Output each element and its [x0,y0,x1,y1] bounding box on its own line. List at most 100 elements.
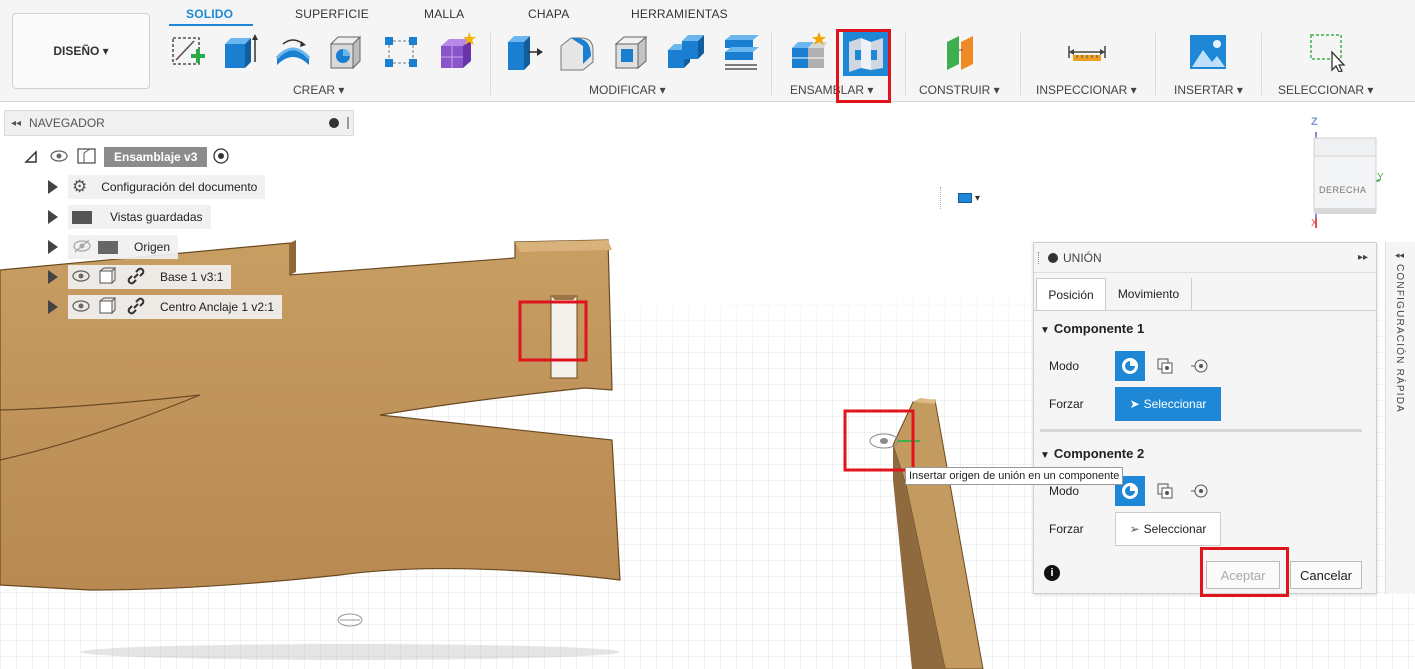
extrude-icon[interactable] [219,32,259,72]
hole-icon[interactable] [326,32,366,72]
create-sketch-icon[interactable] [168,32,208,72]
expand-triangle-icon[interactable] [48,240,58,254]
tab-superficie[interactable]: SUPERFICIE [295,7,369,21]
tab-herramientas[interactable]: HERRAMIENTAS [631,7,728,21]
axis-z-label: Z [1311,116,1318,128]
combine-icon[interactable] [666,32,706,72]
collapse-caret-icon[interactable]: ▼ [1040,450,1050,461]
expand-triangle-icon[interactable] [48,180,58,194]
root-component-label[interactable]: Ensamblaje v3 [104,147,208,167]
joint-icon[interactable] [843,30,889,76]
dialog-options-icon[interactable] [1048,252,1058,263]
eye-icon[interactable] [50,149,68,165]
display-settings-button[interactable]: ▾ [940,184,1002,212]
activate-radio-icon[interactable] [213,147,230,167]
assemble-menu[interactable]: ENSAMBLAR ▾ [790,83,873,97]
cursor-arrow-icon: ➤ [1129,397,1140,411]
new-component-icon[interactable] [789,32,829,72]
view-cube-face-label[interactable]: DERECHA [1319,185,1367,195]
eye-icon[interactable] [72,269,90,285]
create-form-icon[interactable] [437,32,477,72]
axis-x-label: X [1311,218,1318,229]
measure-icon[interactable] [1067,32,1107,72]
inspect-menu[interactable]: INSPECCIONAR ▾ [1036,83,1137,97]
nav-item-anchor-center[interactable]: Centro Anclaje 1 v2:1 [48,295,283,319]
display-settings-icon [958,193,972,203]
component1-force-label: Forzar [1049,397,1084,411]
toolbar-separator [771,33,772,95]
toolbar-separator [1020,33,1021,95]
expand-right-icon[interactable]: ▸▸ [1358,252,1368,263]
align-icon[interactable] [721,32,761,72]
section-divider [1040,429,1362,432]
navigator-title: NAVEGADOR [29,116,105,130]
select-label: Seleccionar [1143,522,1207,536]
quick-config-panel[interactable]: ◂◂ CONFIGURACIÓN RÁPIDA [1385,242,1415,594]
between-two-faces-icon[interactable] [1150,351,1180,381]
nav-item-label: Vistas guardadas [110,210,203,224]
accept-button[interactable]: Aceptar [1206,561,1280,589]
two-edge-intersection-icon[interactable] [1185,476,1215,506]
pattern-icon[interactable] [381,32,421,72]
create-menu[interactable]: CREAR ▾ [293,83,344,97]
toolbar: DISEÑO ▾ SOLIDO SUPERFICIE MALLA CHAPA H… [0,0,1415,102]
collapse-left-icon[interactable]: ◂◂ [1395,250,1404,261]
component2-section[interactable]: ▼ Componente 2 [1040,446,1144,461]
revolve-icon[interactable] [273,32,313,72]
fillet-icon[interactable] [557,32,597,72]
offset-plane-icon[interactable] [941,32,981,72]
union-dialog: UNIÓN ▸▸ Posición Movimiento ▼ Componente… [1033,242,1377,594]
eye-hidden-icon[interactable] [72,239,92,256]
view-cube[interactable]: Z Y X DERECHA [1300,116,1400,234]
window-select-icon[interactable] [1308,32,1348,72]
tab-movement[interactable]: Movimiento [1106,278,1192,310]
navigator-options-icon[interactable] [329,118,339,128]
union-dialog-title: UNIÓN [1063,250,1102,265]
nav-item-label: Centro Anclaje 1 v2:1 [160,300,275,314]
expand-triangle-icon[interactable] [48,270,58,284]
insert-menu[interactable]: INSERTAR ▾ [1174,83,1243,97]
panel-grip-icon[interactable] [347,117,349,129]
shell-icon[interactable] [612,32,652,72]
nav-item-label: Origen [134,240,171,254]
tab-malla[interactable]: MALLA [424,7,464,21]
collapse-triangle-icon[interactable] [24,150,38,164]
collapse-left-icon[interactable]: ◂◂ [11,118,21,129]
tab-solido[interactable]: SOLIDO [186,7,233,21]
union-dialog-header[interactable]: UNIÓN ▸▸ [1034,243,1376,273]
eye-icon[interactable] [72,299,90,315]
construct-menu[interactable]: CONSTRUIR ▾ [919,83,1000,97]
snap-mode-icon[interactable] [1115,351,1145,381]
component1-section[interactable]: ▼ Componente 1 [1040,321,1144,336]
tab-chapa[interactable]: CHAPA [528,7,569,21]
two-edge-intersection-icon[interactable] [1185,351,1215,381]
nav-item-saved-views[interactable]: Vistas guardadas [48,205,211,229]
between-two-faces-icon[interactable] [1150,476,1180,506]
expand-triangle-icon[interactable] [48,300,58,314]
cancel-button[interactable]: Cancelar [1290,561,1362,589]
grip-icon [1038,251,1040,264]
toolbar-separator [905,33,906,95]
collapse-caret-icon[interactable]: ▼ [1040,325,1050,336]
component2-select-button[interactable]: ➢ Seleccionar [1115,512,1221,546]
navigator-header[interactable]: ◂◂ NAVEGADOR [4,110,354,136]
expand-triangle-icon[interactable] [48,210,58,224]
insert-image-icon[interactable] [1188,32,1228,72]
info-icon[interactable]: i [1044,565,1060,581]
tab-position[interactable]: Posición [1036,278,1106,310]
tooltip: Insertar origen de unión en un component… [905,467,1124,485]
nav-root-row[interactable]: Ensamblaje v3 [24,145,230,169]
link-icon [126,266,146,289]
active-tab-indicator [169,24,253,26]
modify-menu[interactable]: MODIFICAR ▾ [589,83,666,97]
press-pull-icon[interactable] [504,32,544,72]
axis-y-label: Y [1377,172,1384,183]
component1-select-button[interactable]: ➤ Seleccionar [1115,387,1221,421]
toolbar-separator [1261,33,1262,95]
design-workspace-button[interactable]: DISEÑO ▾ [12,13,150,89]
select-menu[interactable]: SELECCIONAR ▾ [1278,83,1373,97]
nav-item-origin[interactable]: Origen [48,235,179,259]
nav-item-document-settings[interactable]: ⚙ Configuración del documento [48,175,266,199]
nav-item-base[interactable]: Base 1 v3:1 [48,265,232,289]
component2-mode-label: Modo [1049,484,1080,498]
